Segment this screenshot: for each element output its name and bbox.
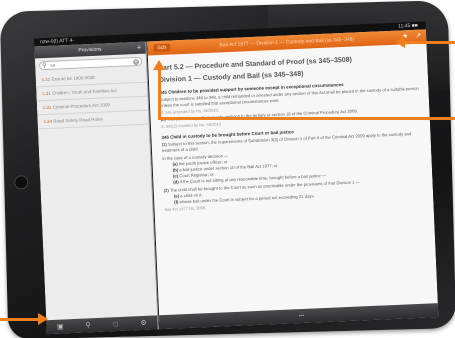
back-button[interactable]: Sch (153, 43, 171, 53)
sidebar-toolbar: ▣ ⚲ □ ⚙ (46, 315, 158, 335)
home-button[interactable] (14, 175, 29, 190)
document-toolbar: ••• (159, 303, 439, 330)
document-pane: Sch Bail Act 1977 — Division 1 — Custody… (147, 29, 439, 330)
item-number: (f) (174, 199, 179, 205)
item-text: a child on it; (180, 192, 203, 199)
settings-icon[interactable]: ⚙ (139, 318, 148, 327)
result-section: s.31 (42, 104, 52, 111)
callout-line-search (160, 117, 455, 120)
item-number: (e) (173, 193, 180, 199)
result-title: Criminal Procedure Act 2009 (51, 102, 111, 110)
callout-line-bookmark (402, 41, 455, 44)
search-icon: ⚲ (42, 62, 47, 70)
camera-icon (436, 160, 442, 166)
book-icon[interactable]: ▣ (56, 322, 65, 331)
callout-line-search-vertical (158, 66, 161, 120)
paragraph-number: (1) (161, 141, 167, 148)
result-section: s.31 (41, 76, 51, 83)
sidebar-title: Provisions (78, 46, 102, 54)
share-icon[interactable]: ↗ (415, 33, 421, 41)
search-input[interactable]: ⚲ sa × (38, 56, 143, 71)
marketing-screenshot: nzw-0(I) ATT 4- 11:45 ■■ Provisions + ⚲ … (0, 0, 455, 338)
search-icon[interactable]: ⚲ (83, 321, 92, 330)
item-number: (a) (172, 161, 178, 167)
callout-arrowhead-toolbar (38, 313, 48, 325)
tablet-device-frame: nzw-0(I) ATT 4- 11:45 ■■ Provisions + ⚲ … (0, 0, 455, 338)
callout-line-toolbar (0, 318, 40, 321)
result-title: Children, Youth and Families Act (50, 87, 117, 96)
page-indicator-icon: ••• (298, 312, 305, 320)
result-section: s.31 (42, 90, 51, 97)
item-number: (d) (173, 179, 179, 185)
callout-arrowhead-search (153, 60, 165, 70)
result-title: Ensure be 1900-0036 (50, 74, 95, 82)
result-section: s.34 (43, 118, 53, 125)
bookmark-icon[interactable]: □ (111, 319, 120, 328)
provisions-sidebar: Provisions + ⚲ sa × s.31 Ensure be 1900-… (34, 41, 159, 335)
item-number: (c) (172, 173, 179, 179)
paragraph-number: (2) (163, 187, 169, 193)
add-icon[interactable]: + (137, 42, 142, 54)
device-screen: nzw-0(I) ATT 4- 11:45 ■■ Provisions + ⚲ … (33, 21, 439, 335)
clear-search-icon[interactable]: × (132, 58, 140, 66)
item-number: (b) (172, 167, 179, 173)
document-body: Part 5.2 — Procedure and Standard of Pro… (148, 43, 434, 212)
callout-arrowhead-bookmark (395, 36, 405, 48)
search-input-value: sa (50, 62, 56, 69)
result-title: Road Safety Road Rules (51, 116, 103, 124)
